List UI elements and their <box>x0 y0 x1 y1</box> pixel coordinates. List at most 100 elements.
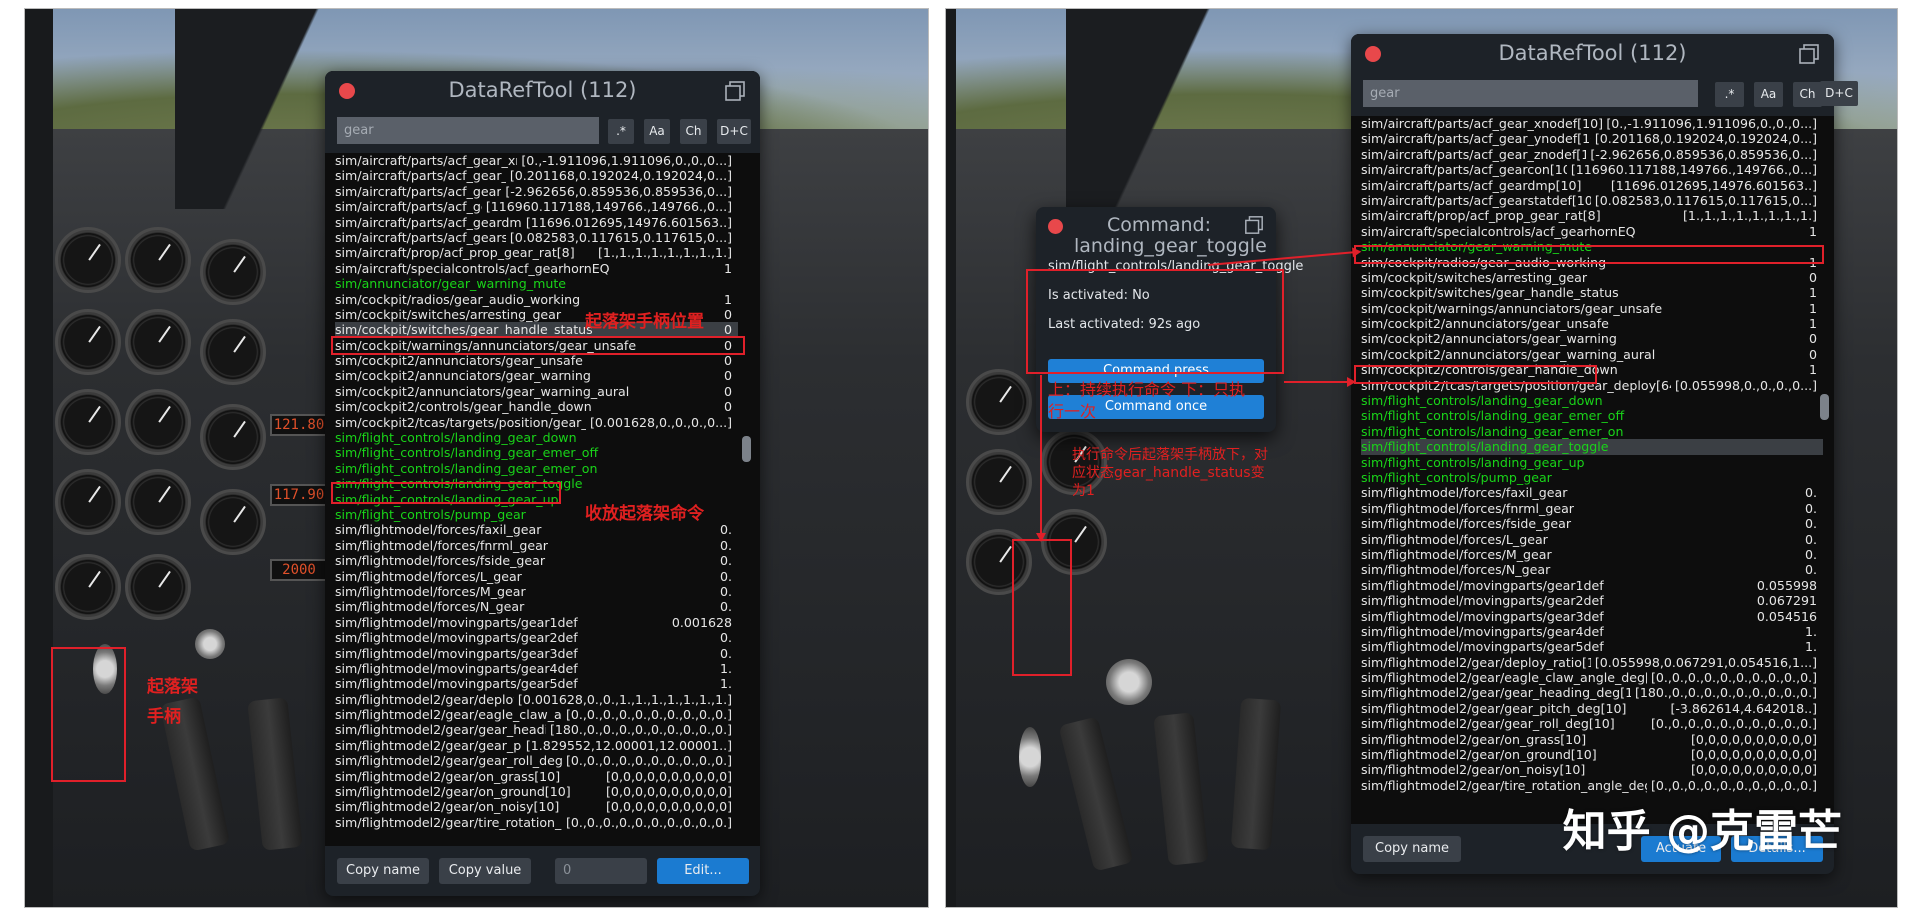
dataref-row[interactable]: sim/aircraft/parts/acf_gear_ynodef[10] [0… <box>335 168 738 184</box>
dataref-row[interactable]: sim/aircraft/parts/acf_gear_znodef[10] [-… <box>1361 146 1823 163</box>
dataref-row[interactable]: sim/flightmodel2/gear/gear_heading_deg[1… <box>335 722 738 738</box>
dataref-row[interactable]: sim/flightmodel2/gear/gear_pitch_deg[10]… <box>335 737 738 754</box>
dataref-row[interactable]: sim/flightmodel/movingparts/gear2def 0. <box>335 630 738 646</box>
dataref-row[interactable]: sim/flightmodel/movingparts/gear1def 0.05… <box>1361 577 1823 594</box>
dataref-row[interactable]: sim/flightmodel2/gear/on_ground[10] [0,0,… <box>1361 747 1823 763</box>
dataref-row[interactable]: sim/flightmodel/forces/M_gear 0. <box>1361 546 1823 563</box>
case-toggle[interactable]: Aa <box>1754 82 1783 107</box>
datarefs-commands-toggle[interactable]: D+C <box>1820 81 1858 106</box>
dataref-row[interactable]: sim/flightmodel2/gear/tire_rotation_angl… <box>1361 777 1823 794</box>
dataref-row[interactable]: sim/flightmodel/movingparts/gear3def 0.05… <box>1361 608 1823 624</box>
changed-toggle[interactable]: Ch <box>1793 82 1822 107</box>
dataref-row[interactable]: sim/aircraft/parts/acf_gear_xnodef[10] [0… <box>1361 116 1823 132</box>
dataref-row[interactable]: sim/cockpit/switches/gear_handle_status 1 <box>1361 285 1823 301</box>
dataref-row[interactable]: sim/flightmodel/movingparts/gear5def 1. <box>1361 639 1823 655</box>
dataref-row[interactable]: sim/flightmodel2/gear/gear_heading_deg[1… <box>1361 685 1823 701</box>
command-row[interactable]: sim/flight_controls/landing_gear_emer_on <box>1361 424 1823 439</box>
popout-icon[interactable] <box>724 80 746 102</box>
copy-value-button[interactable]: Copy value <box>439 858 531 884</box>
dataref-row[interactable]: sim/flightmodel/forces/fside_gear 0. <box>335 553 738 569</box>
regex-toggle[interactable]: .* <box>1715 82 1744 107</box>
dataref-row[interactable]: sim/flightmodel2/gear/tire_rotation_angl… <box>335 814 738 831</box>
dataref-row[interactable]: sim/flightmodel2/gear/eagle_claw_angle_d… <box>1361 670 1823 686</box>
dataref-row[interactable]: sim/flightmodel/forces/M_gear 0. <box>335 583 738 600</box>
dataref-row[interactable]: sim/cockpit2/controls/gear_handle_down 0 <box>335 399 738 415</box>
dataref-row[interactable]: sim/aircraft/specialcontrols/acf_gearhor… <box>335 260 738 277</box>
dataref-row[interactable]: sim/cockpit/radios/gear_audio_working 1 <box>335 291 738 307</box>
command-row[interactable]: sim/flight_controls/landing_gear_emer_of… <box>1361 408 1823 423</box>
dataref-row[interactable]: sim/flightmodel2/gear/on_grass[10] [0,0,0… <box>335 768 738 785</box>
dataref-row[interactable]: sim/flightmodel2/gear/gear_roll_deg[10][… <box>335 753 738 769</box>
command-row[interactable]: sim/annunciator/gear_warning_mute <box>335 276 738 291</box>
dataref-row[interactable]: sim/flightmodel/movingparts/gear2def 0.06… <box>1361 593 1823 609</box>
dataref-row[interactable]: sim/flightmodel/movingparts/gear1def 0.00… <box>335 614 738 631</box>
popout-icon[interactable] <box>1244 215 1264 235</box>
value-field[interactable]: 0 <box>555 858 647 884</box>
dataref-row[interactable]: sim/flightmodel/forces/faxil_gear 0. <box>1361 485 1823 501</box>
dataref-row[interactable]: sim/flightmodel/movingparts/gear4def 1. <box>335 660 738 677</box>
dataref-row[interactable]: sim/aircraft/parts/acf_gearcon[10] [11696… <box>1361 162 1823 178</box>
regex-toggle[interactable]: .* <box>608 119 634 144</box>
dataref-row[interactable]: sim/aircraft/specialcontrols/acf_gearhor… <box>1361 223 1823 240</box>
copy-name-button[interactable]: Copy name <box>1363 836 1461 862</box>
popout-icon[interactable] <box>1798 43 1820 65</box>
changed-toggle[interactable]: Ch <box>680 119 707 144</box>
dataref-row[interactable]: sim/cockpit2/annunciators/gear_warning 0 <box>1361 331 1823 347</box>
dataref-row[interactable]: sim/cockpit2/annunciators/gear_unsafe 0 <box>335 353 738 369</box>
datarefs-commands-toggle[interactable]: D+C <box>717 119 751 144</box>
dataref-row[interactable]: sim/cockpit/switches/arresting_gear 0 <box>1361 269 1823 286</box>
dataref-row[interactable]: sim/flightmodel/forces/fnrml_gear 0. <box>335 537 738 554</box>
dataref-row[interactable]: sim/flightmodel2/gear/on_ground[10] [0,0,… <box>335 784 738 800</box>
command-row[interactable]: sim/flight_controls/pump_gear <box>1361 470 1823 485</box>
dataref-row[interactable]: sim/flightmodel2/gear/on_grass[10] [0,0,0… <box>1361 731 1823 748</box>
search-input[interactable] <box>337 117 599 144</box>
dataref-row[interactable]: sim/flightmodel2/gear/on_noisy[10] [0,0,0… <box>1361 762 1823 778</box>
case-toggle[interactable]: Aa <box>644 119 670 144</box>
dataref-row[interactable]: sim/aircraft/parts/acf_gear_znodef[10] [-… <box>335 183 738 200</box>
dataref-row[interactable]: sim/aircraft/prop/acf_prop_gear_rat[8] [1… <box>1361 208 1823 224</box>
dataref-row[interactable]: sim/flightmodel/forces/fnrml_gear 0. <box>1361 500 1823 517</box>
dataref-row[interactable]: sim/flightmodel/forces/L_gear 0. <box>1361 531 1823 547</box>
dataref-row[interactable]: sim/cockpit2/annunciators/gear_unsafe 1 <box>1361 316 1823 332</box>
dataref-row[interactable]: sim/aircraft/parts/acf_gearstatdef[10] [0… <box>1361 192 1823 209</box>
dataref-row[interactable]: sim/aircraft/parts/acf_gear_xnodef[10] [0… <box>335 153 738 169</box>
dataref-row[interactable]: sim/flightmodel2/gear/gear_pitch_deg[10]… <box>1361 700 1823 717</box>
dataref-row[interactable]: sim/aircraft/parts/acf_gear_ynodef[10] [0… <box>1361 131 1823 147</box>
dataref-row[interactable]: sim/flightmodel/forces/faxil_gear 0. <box>335 522 738 538</box>
dataref-row[interactable]: sim/flightmodel/movingparts/gear4def 1. <box>1361 623 1823 640</box>
dataref-row[interactable]: sim/flightmodel2/gear/deploy_ratio[10] [0… <box>1361 654 1823 671</box>
dataref-row[interactable]: sim/aircraft/parts/acf_geardmp[10] [11696… <box>335 214 738 230</box>
dataref-row[interactable]: sim/flightmodel/movingparts/gear3def 0. <box>335 645 738 661</box>
dataref-row[interactable]: sim/flightmodel2/gear/gear_roll_deg[10][… <box>1361 716 1823 732</box>
dataref-row[interactable]: sim/cockpit2/tcas/targets/position/gear_… <box>335 414 738 431</box>
dataref-row[interactable]: sim/flightmodel/forces/N_gear 0. <box>335 599 738 615</box>
dataref-row[interactable]: sim/flightmodel2/gear/deploy_ratio[10] [0… <box>335 691 738 708</box>
dataref-row[interactable]: sim/aircraft/parts/acf_geardmp[10] [11696… <box>1361 177 1823 193</box>
dataref-list[interactable]: sim/aircraft/parts/acf_gear_xnodef[10] [0… <box>1361 116 1823 809</box>
command-row[interactable]: sim/flight_controls/landing_gear_emer_of… <box>335 445 738 460</box>
list-scrollbar[interactable] <box>1820 394 1829 420</box>
dataref-row[interactable]: sim/aircraft/prop/acf_prop_gear_rat[8] [1… <box>335 245 738 261</box>
command-row[interactable]: sim/flight_controls/landing_gear_emer_on <box>335 461 738 476</box>
close-icon[interactable] <box>1048 219 1063 234</box>
dataref-row[interactable]: sim/cockpit2/annunciators/gear_warning 0 <box>335 368 738 384</box>
search-input[interactable] <box>1363 80 1698 107</box>
dataref-row[interactable]: sim/cockpit/warnings/annunciators/gear_u… <box>1361 300 1823 317</box>
dataref-row[interactable]: sim/cockpit2/annunciators/gear_warning_a… <box>1361 346 1823 363</box>
dataref-row[interactable]: sim/aircraft/parts/acf_gearcon[10] [11696… <box>335 199 738 215</box>
dataref-row[interactable]: sim/flightmodel/forces/N_gear 0. <box>1361 562 1823 578</box>
command-row[interactable]: sim/flight_controls/landing_gear_up <box>1361 455 1823 470</box>
list-scrollbar[interactable] <box>742 436 751 462</box>
dataref-row[interactable]: sim/flightmodel/forces/L_gear 0. <box>335 568 738 584</box>
dataref-row[interactable]: sim/flightmodel/movingparts/gear5def 1. <box>335 676 738 692</box>
command-row[interactable]: sim/flight_controls/landing_gear_toggle <box>1361 439 1823 455</box>
dataref-row[interactable]: sim/flightmodel2/gear/eagle_claw_angle_d… <box>335 707 738 723</box>
dataref-row[interactable]: sim/flightmodel/forces/fside_gear 0. <box>1361 516 1823 532</box>
command-row[interactable]: sim/flight_controls/landing_gear_down <box>1361 393 1823 408</box>
command-row[interactable]: sim/flight_controls/landing_gear_down <box>335 430 738 445</box>
dataref-row[interactable]: sim/aircraft/parts/acf_gearstatdef[10] [0… <box>335 229 738 246</box>
dataref-row[interactable]: sim/cockpit2/annunciators/gear_warning_a… <box>335 383 738 400</box>
copy-name-button[interactable]: Copy name <box>337 858 429 884</box>
edit-button[interactable]: Edit... <box>657 858 749 884</box>
dataref-row[interactable]: sim/flightmodel2/gear/on_noisy[10] [0,0,0… <box>335 799 738 815</box>
